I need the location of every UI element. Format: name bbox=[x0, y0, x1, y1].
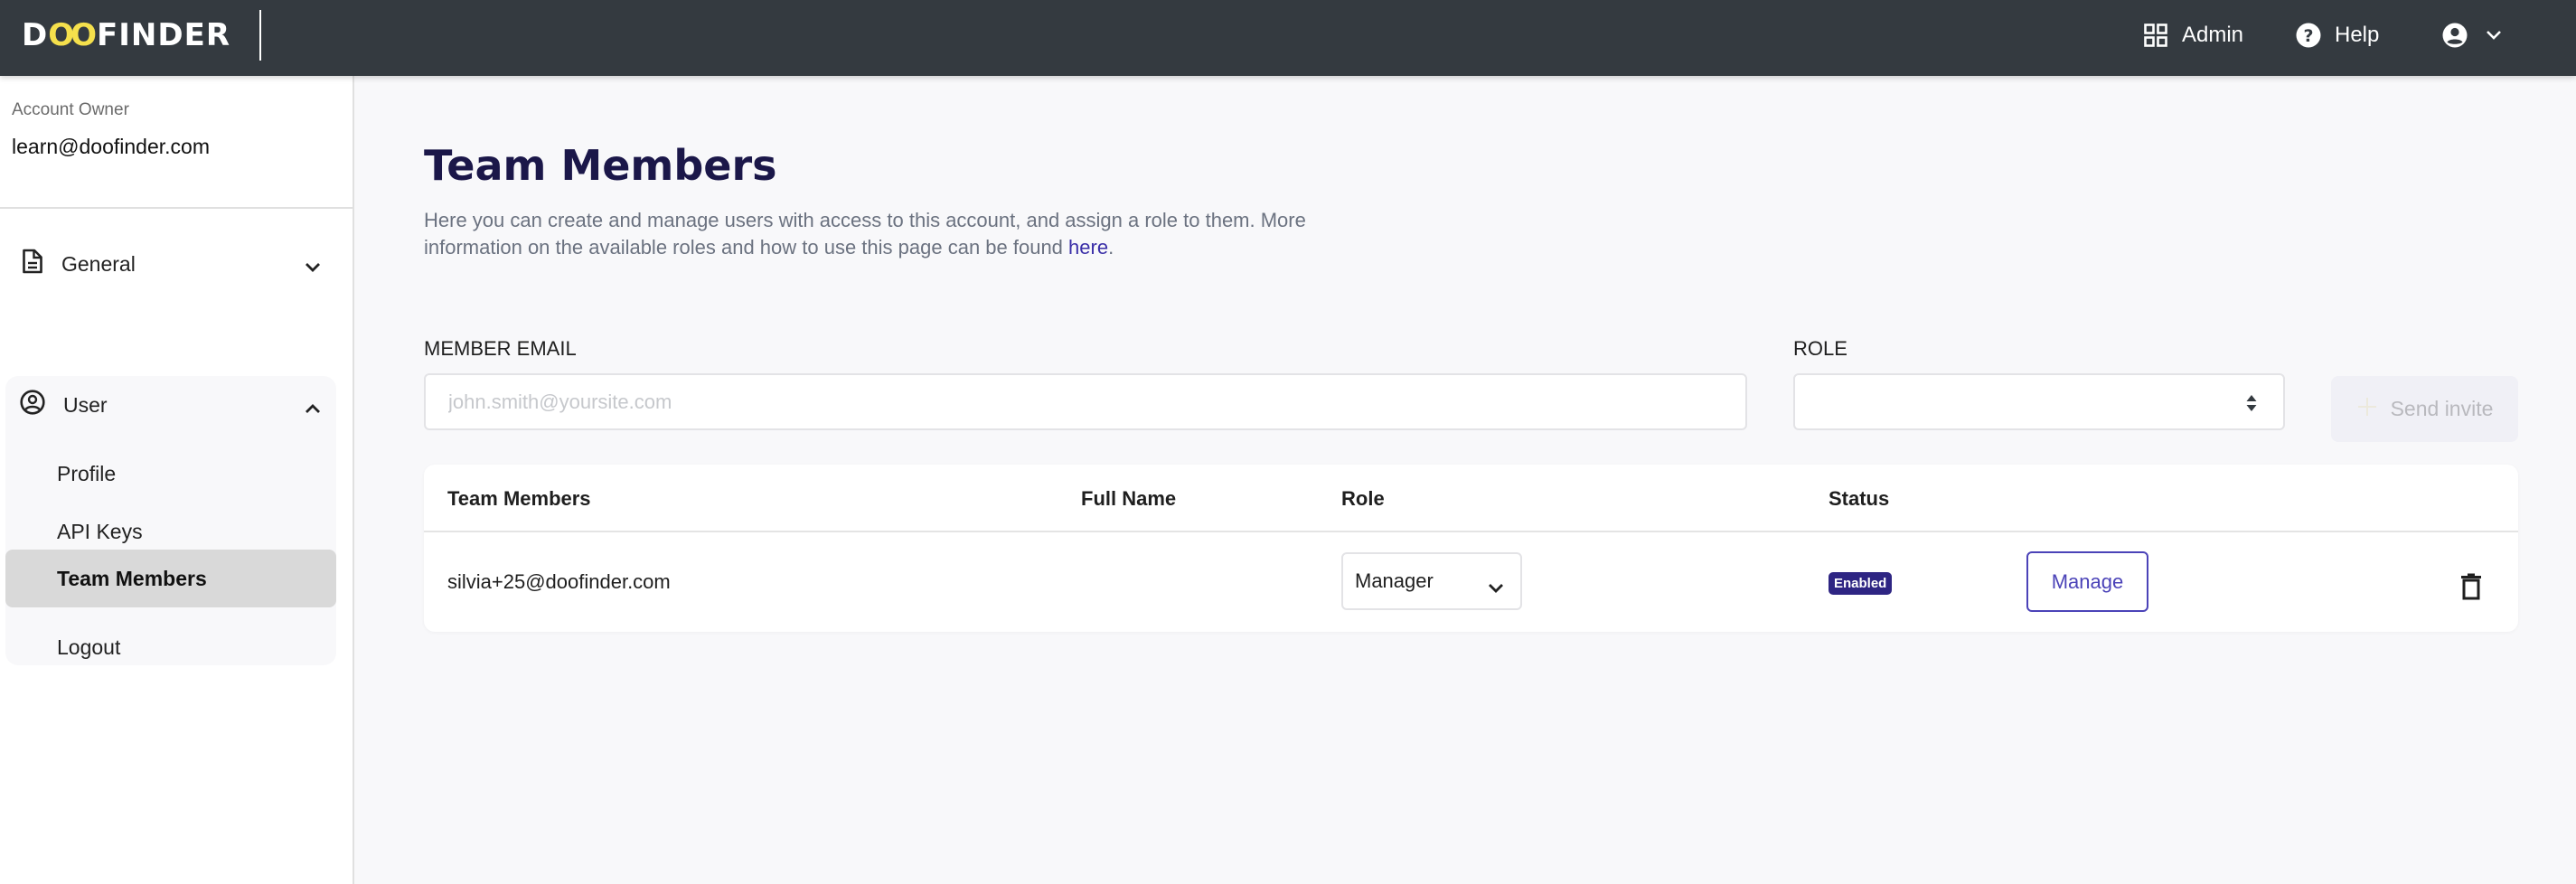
status-badge: Enabled bbox=[1829, 572, 1893, 595]
page-description: Here you can create and manage users wit… bbox=[424, 207, 1346, 261]
top-navbar: D OO FINDER Admin ? Help bbox=[0, 0, 2576, 76]
column-header-team-members: Team Members bbox=[447, 487, 591, 510]
sidebar-item-user-label: User bbox=[63, 392, 108, 417]
logo-text-prefix: D bbox=[22, 17, 49, 53]
user-menu-button[interactable] bbox=[2442, 20, 2502, 51]
member-email-label: MEMBER EMAIL bbox=[424, 337, 577, 360]
svg-text:?: ? bbox=[2303, 26, 2313, 46]
chevron-down-icon bbox=[2486, 30, 2502, 41]
document-icon bbox=[22, 249, 43, 279]
role-label: ROLE bbox=[1793, 337, 1847, 360]
member-email: silvia+25@doofinder.com bbox=[447, 570, 671, 593]
account-circle-icon bbox=[2442, 23, 2468, 48]
team-members-table: Team Members Full Name Role Status silvi… bbox=[424, 465, 2518, 632]
logo-divider bbox=[259, 10, 261, 61]
table-row: silvia+25@doofinder.com Manager Enabled … bbox=[424, 532, 2518, 632]
sidebar-item-general-label: General bbox=[61, 251, 136, 276]
column-header-status: Status bbox=[1829, 487, 1890, 510]
grid-icon bbox=[2144, 24, 2167, 47]
admin-label: Admin bbox=[2182, 23, 2244, 47]
sidebar-item-profile[interactable]: Profile bbox=[5, 445, 336, 503]
account-owner-label: Account Owner bbox=[12, 100, 129, 119]
page-description-end: . bbox=[1108, 236, 1114, 259]
member-email-input[interactable] bbox=[424, 373, 1747, 430]
plus-icon bbox=[2356, 396, 2378, 423]
send-invite-button[interactable]: Send invite bbox=[2331, 376, 2518, 442]
send-invite-label: Send invite bbox=[2390, 397, 2494, 420]
roles-help-link[interactable]: here bbox=[1068, 236, 1108, 259]
help-nav-button[interactable]: ? Help bbox=[2296, 20, 2379, 51]
sidebar-item-general[interactable]: General bbox=[5, 235, 336, 293]
chevron-down-icon bbox=[1488, 576, 1504, 599]
logo-text-suffix: FINDER bbox=[97, 17, 231, 53]
sidebar: Account Owner learn@doofinder.com Genera… bbox=[0, 76, 354, 884]
page-title: Team Members bbox=[424, 141, 777, 190]
help-circle-icon: ? bbox=[2296, 23, 2321, 48]
sidebar-group-user: User Profile API Keys Team Members Logou… bbox=[5, 376, 336, 665]
select-arrows-icon bbox=[2245, 393, 2258, 418]
doofinder-logo[interactable]: D OO FINDER bbox=[22, 17, 231, 53]
chevron-up-icon bbox=[304, 396, 322, 420]
user-circle-icon bbox=[20, 390, 45, 420]
column-header-full-name: Full Name bbox=[1081, 487, 1177, 510]
member-role-value: Manager bbox=[1355, 569, 1434, 592]
account-owner-email: learn@doofinder.com bbox=[12, 135, 210, 158]
role-select[interactable] bbox=[1793, 373, 2285, 430]
page-description-text: Here you can create and manage users wit… bbox=[424, 209, 1306, 259]
help-label: Help bbox=[2335, 23, 2380, 47]
trash-icon[interactable] bbox=[2459, 573, 2483, 605]
logo-text-accent: OO bbox=[48, 17, 97, 53]
manage-button[interactable]: Manage bbox=[2026, 551, 2148, 612]
sidebar-item-team-members[interactable]: Team Members bbox=[5, 550, 336, 607]
member-role-select[interactable]: Manager bbox=[1341, 552, 1522, 610]
sidebar-item-user[interactable]: User bbox=[5, 376, 336, 434]
column-header-role: Role bbox=[1341, 487, 1385, 510]
sidebar-item-logout[interactable]: Logout bbox=[5, 618, 336, 676]
admin-nav-button[interactable]: Admin bbox=[2144, 20, 2243, 51]
chevron-down-icon bbox=[304, 255, 322, 279]
sidebar-divider bbox=[0, 207, 353, 209]
